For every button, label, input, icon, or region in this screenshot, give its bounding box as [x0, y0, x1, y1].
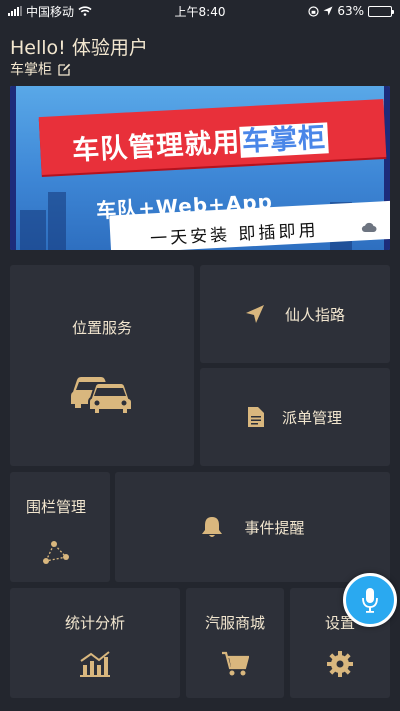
signal-icon: [8, 6, 22, 16]
tile-mall[interactable]: 汽服商城: [186, 588, 284, 698]
greeting-title: Hello! 体验用户: [10, 37, 148, 59]
banner-building: [48, 192, 66, 250]
user-subtitle: 车掌柜: [10, 59, 71, 79]
promo-banner[interactable]: 车队管理就用车掌柜 车队+Web+App 一天安装 即插即用: [10, 86, 390, 250]
tile-fence[interactable]: 围栏管理: [10, 472, 110, 582]
cloud-icon: [361, 222, 377, 232]
tile-location-label: 位置服务: [71, 319, 132, 337]
bar-chart-icon: [80, 651, 110, 677]
location-arrow-icon: [323, 6, 333, 16]
status-bar: 中国移动 上午8:40 63%: [0, 0, 400, 22]
battery-icon: [368, 5, 394, 17]
shopping-cart-icon: [222, 651, 249, 676]
banner-building: [20, 210, 46, 250]
tile-dispatch[interactable]: 派单管理: [200, 368, 390, 466]
tile-stats[interactable]: 统计分析: [10, 588, 180, 698]
tile-mall-label: 汽服商城: [204, 614, 265, 632]
rotation-lock-icon: [308, 5, 319, 17]
tile-fence-label: 围栏管理: [26, 498, 87, 516]
carrier-label: 中国移动: [26, 4, 75, 19]
bell-icon: [202, 517, 223, 537]
gear-icon: [327, 651, 353, 677]
document-icon: [247, 407, 264, 427]
tile-stats-label: 统计分析: [64, 614, 125, 632]
voice-assistant-button[interactable]: [343, 573, 397, 627]
tile-events[interactable]: 事件提醒: [115, 472, 390, 582]
banner-title-brand: 车掌柜: [239, 122, 329, 158]
edit-icon[interactable]: [58, 63, 71, 76]
tile-guide[interactable]: 仙人指路: [200, 265, 390, 363]
wifi-icon: [78, 6, 92, 16]
banner-edge: [10, 86, 16, 250]
geofence-icon: [43, 541, 69, 564]
tile-guide-label: 仙人指路: [284, 305, 345, 324]
banner-share-button[interactable]: [356, 214, 382, 240]
microphone-icon: [362, 588, 378, 613]
tile-location-service[interactable]: 位置服务: [10, 265, 194, 466]
tile-dispatch-label: 派单管理: [281, 408, 342, 427]
subtitle-label: 车掌柜: [10, 62, 52, 78]
navigation-arrow-icon: [245, 305, 264, 323]
tile-events-label: 事件提醒: [244, 518, 305, 537]
cars-icon: [71, 377, 133, 414]
battery-percent: 63%: [337, 4, 364, 18]
clock: 上午8:40: [174, 4, 226, 19]
